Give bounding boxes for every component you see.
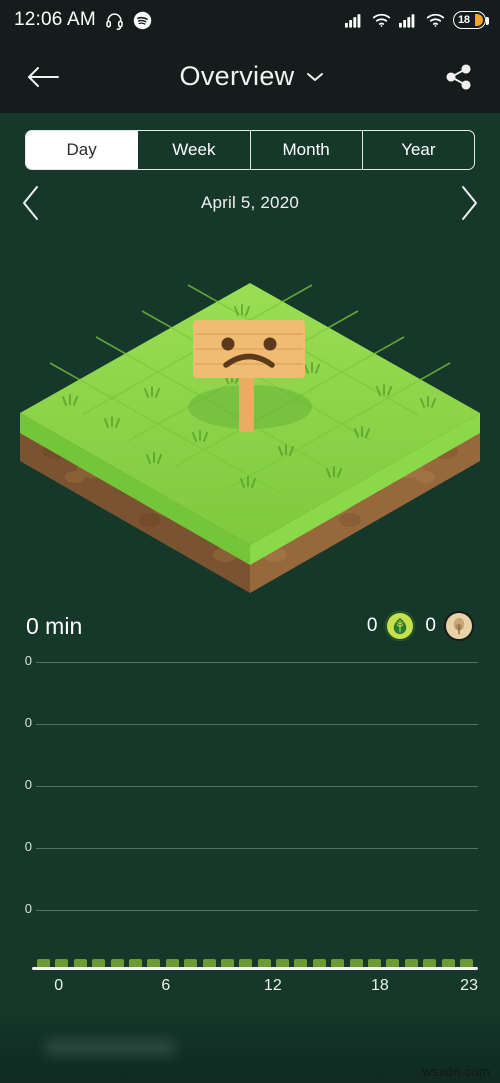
bar-hour-15 bbox=[312, 959, 326, 967]
bar-hour-0 bbox=[37, 959, 50, 967]
headphones-icon bbox=[105, 11, 124, 30]
bar-hour-6 bbox=[147, 959, 161, 967]
leaf-counter: 0 bbox=[367, 611, 416, 641]
bar-hour-20 bbox=[404, 959, 418, 967]
battery-level: 18 bbox=[458, 14, 470, 26]
tree-badge-icon bbox=[444, 611, 474, 641]
x-tick-label-12: 12 bbox=[263, 977, 282, 994]
gridline-2 bbox=[36, 786, 478, 787]
gridline-0 bbox=[36, 910, 478, 911]
tab-day[interactable]: Day bbox=[26, 131, 139, 169]
bar-hour-4 bbox=[110, 959, 124, 967]
isometric-grass-plot bbox=[0, 255, 500, 595]
plot-svg bbox=[20, 283, 480, 593]
bar-hour-14 bbox=[294, 959, 308, 967]
battery-indicator: 18 bbox=[453, 11, 489, 29]
status-bar-right: 18 bbox=[345, 11, 489, 29]
x-axis-baseline bbox=[32, 967, 478, 970]
leaf-glyph bbox=[394, 617, 407, 635]
bar-hour-18 bbox=[368, 959, 382, 967]
x-tick-label-18: 18 bbox=[370, 977, 389, 994]
tab-year[interactable]: Year bbox=[363, 131, 474, 169]
spotify-icon bbox=[133, 11, 152, 30]
gridline-row-3: 0 bbox=[0, 715, 500, 730]
status-bar-left: 12:06 AM bbox=[14, 9, 152, 31]
share-button[interactable] bbox=[444, 62, 474, 92]
leaf-count-value: 0 bbox=[366, 615, 378, 636]
counter-group: 0 0 bbox=[367, 611, 474, 641]
x-tick-label-6: 6 bbox=[161, 977, 171, 994]
x-tick-label-0: 0 bbox=[54, 977, 64, 994]
bar-hour-1 bbox=[55, 959, 69, 967]
blurred-content bbox=[45, 1040, 175, 1055]
bar-hour-8 bbox=[184, 959, 198, 967]
page-title: Overview bbox=[179, 61, 295, 91]
tree-glyph bbox=[453, 617, 465, 634]
bar-hour-9 bbox=[202, 959, 216, 967]
x-tick-label-23: 23 bbox=[460, 977, 478, 994]
gridline-row-4: 0 bbox=[0, 653, 500, 668]
x-axis-labels: 0 6 12 18 23 bbox=[32, 977, 478, 1001]
bar-hour-3 bbox=[92, 959, 106, 967]
y-tick-label-1: 0 bbox=[24, 839, 32, 854]
bar-series bbox=[37, 958, 473, 967]
wifi-icon-2 bbox=[426, 12, 445, 28]
app-header: Overview bbox=[0, 40, 500, 113]
bar-hour-22 bbox=[441, 959, 455, 967]
bar-hour-13 bbox=[276, 959, 290, 967]
bar-hour-17 bbox=[349, 959, 363, 967]
gridline-row-1: 0 bbox=[0, 839, 500, 854]
tab-week[interactable]: Week bbox=[138, 131, 251, 169]
bar-hour-2 bbox=[73, 959, 87, 967]
hourly-focus-chart: 0 0 0 0 0 0 6 12 18 23 bbox=[0, 650, 500, 1005]
back-button[interactable] bbox=[26, 63, 60, 91]
leaf-badge-icon bbox=[385, 611, 416, 641]
gridline-3 bbox=[36, 724, 478, 725]
phone-screen: 12:06 AM 18 Overview Day Week Month Year… bbox=[0, 0, 500, 1083]
bottom-overlay: wsxdn.com bbox=[0, 1010, 500, 1083]
gridline-1 bbox=[36, 848, 478, 849]
bar-hour-11 bbox=[239, 959, 253, 967]
summary-row: 0 min 0 0 bbox=[0, 604, 500, 648]
gridline-4 bbox=[36, 662, 478, 663]
tree-count-value: 0 bbox=[425, 615, 436, 636]
date-navigator: April 5, 2020 bbox=[0, 182, 500, 224]
wifi-icon bbox=[372, 12, 391, 28]
y-tick-label-3: 0 bbox=[24, 715, 32, 730]
y-tick-label-4: 0 bbox=[24, 653, 32, 668]
prev-date-button[interactable] bbox=[18, 183, 44, 223]
status-time: 12:06 AM bbox=[14, 9, 96, 30]
focus-time-value: 0 min bbox=[26, 612, 83, 639]
bar-hour-23 bbox=[459, 959, 473, 967]
title-dropdown[interactable]: Overview bbox=[180, 61, 325, 92]
signal-icon-2 bbox=[399, 12, 418, 28]
tree-counter: 0 bbox=[425, 611, 474, 641]
watermark-text: wsxdn.com bbox=[422, 1064, 490, 1079]
chevron-down-icon[interactable] bbox=[306, 71, 324, 83]
battery-fill bbox=[475, 14, 483, 26]
bar-hour-10 bbox=[220, 959, 234, 967]
bar-hour-12 bbox=[257, 959, 271, 967]
signal-icon bbox=[345, 12, 364, 28]
period-segmented-control[interactable]: Day Week Month Year bbox=[25, 130, 475, 170]
bar-hour-7 bbox=[165, 959, 179, 967]
status-bar: 12:06 AM 18 bbox=[0, 0, 500, 40]
current-date-label: April 5, 2020 bbox=[200, 193, 300, 212]
bar-hour-21 bbox=[423, 959, 437, 967]
bar-hour-19 bbox=[386, 959, 400, 967]
bar-hour-5 bbox=[128, 959, 142, 967]
y-tick-label-2: 0 bbox=[24, 777, 32, 792]
gridline-row-0: 0 bbox=[0, 901, 500, 916]
next-date-button[interactable] bbox=[456, 183, 482, 223]
tab-month[interactable]: Month bbox=[251, 131, 363, 169]
bar-hour-16 bbox=[331, 959, 345, 967]
y-tick-label-0: 0 bbox=[24, 901, 32, 916]
gridline-row-2: 0 bbox=[0, 777, 500, 792]
